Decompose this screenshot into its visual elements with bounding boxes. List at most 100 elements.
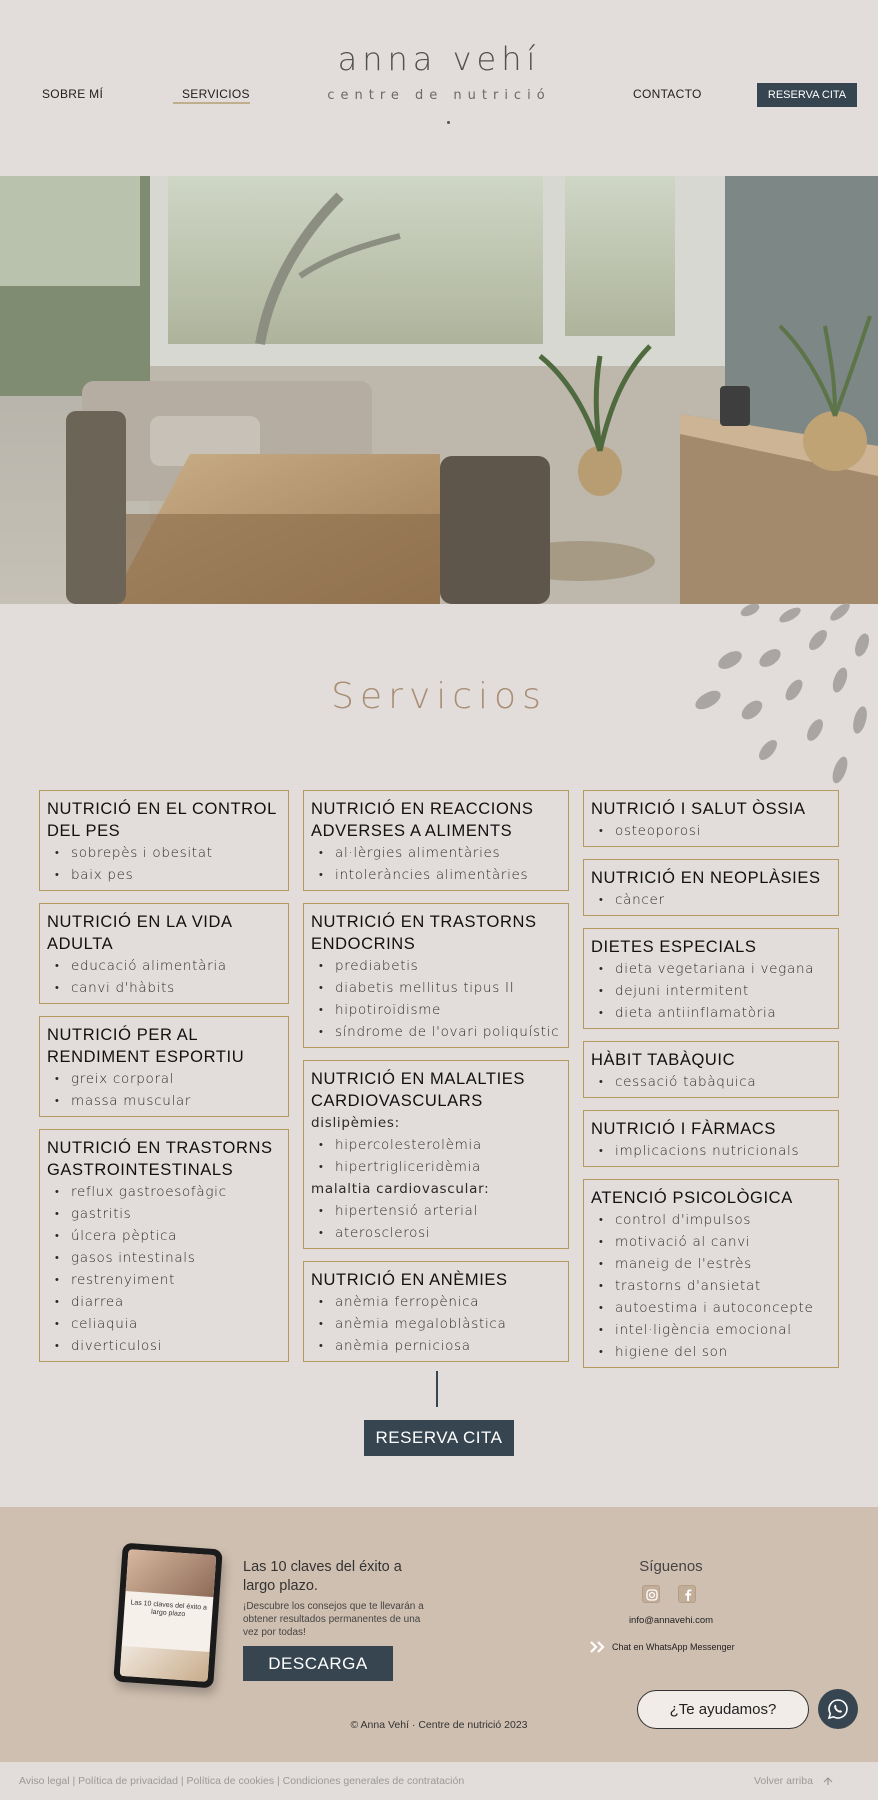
whatsapp-chat-label: Chat en WhatsApp Messenger: [612, 1642, 735, 1652]
instagram-icon[interactable]: [642, 1585, 660, 1603]
service-list-item: greix corporal: [47, 1068, 281, 1090]
facebook-icon[interactable]: [678, 1585, 696, 1603]
service-list-item: celiaquia: [47, 1313, 281, 1335]
service-group-label: malaltia cardiovascular:: [311, 1181, 490, 1197]
service-card-title: HÀBIT TABÀQUIC: [591, 1051, 736, 1069]
descarga-button[interactable]: DESCARGA: [243, 1646, 393, 1681]
service-list-item: hipertensió arterial: [311, 1200, 561, 1222]
nav-reserva-button[interactable]: RESERVA CITA: [757, 83, 857, 107]
legal-aviso-link[interactable]: Aviso legal: [19, 1775, 70, 1787]
service-card-title: NUTRICIÓ EN TRASTORNS ENDOCRINS: [311, 913, 537, 953]
service-card-title: NUTRICIÓ EN LA VIDA ADULTA: [47, 913, 232, 953]
service-list-item: intoleràncies alimentàries: [311, 864, 561, 886]
vertical-divider: [436, 1371, 438, 1407]
reserva-cita-button[interactable]: RESERVA CITA: [364, 1420, 514, 1456]
siguenos-label: Síguenos: [639, 1558, 703, 1575]
service-list-item: canvi d'hàbits: [47, 977, 281, 999]
service-card: DIETES ESPECIALS dieta vegetariana i vega…: [583, 928, 839, 1029]
service-list-item: hipertrigliceridèmia: [311, 1156, 561, 1178]
service-list-item: osteoporosi: [591, 820, 831, 842]
service-list: control d'impulsosmotivació al canvimane…: [591, 1209, 831, 1363]
service-list: implicacions nutricionals: [591, 1140, 831, 1162]
service-list-item: trastorns d'ansietat: [591, 1275, 831, 1297]
service-list-item: maneig de l'estrès: [591, 1253, 831, 1275]
tablet-text: Las 10 claves del éxito a largo plazo: [130, 1599, 208, 1619]
service-list: càncer: [591, 889, 831, 911]
service-card-title: NUTRICIÓ I FÀRMACS: [591, 1120, 776, 1138]
services-column-3: NUTRICIÓ I SALUT ÒSSIAosteoporosiNUTRICI…: [583, 790, 839, 1368]
service-card: NUTRICIÓ EN TRASTORNS ENDOCRINSprediabet…: [303, 903, 569, 1048]
service-list-item: reflux gastroesofàgic: [47, 1181, 281, 1203]
service-card: ATENCIÓ PSICOLÒGICA control d'impulsosmot…: [583, 1179, 839, 1368]
legal-condiciones-link[interactable]: Condiciones generales de contratación: [283, 1775, 465, 1787]
service-list-item: cessació tabàquica: [591, 1071, 831, 1093]
service-card: NUTRICIÓ I SALUT ÒSSIA osteoporosi: [583, 790, 839, 847]
service-list-item: educació alimentària: [47, 955, 281, 977]
whatsapp-chat-link[interactable]: Chat en WhatsApp Messenger: [590, 1641, 735, 1653]
footer-email[interactable]: info@annavehi.com: [600, 1615, 742, 1626]
service-list: educació alimentàriacanvi d'hàbits: [47, 955, 281, 999]
service-list-item: dieta antiinflamatòria: [591, 1002, 831, 1024]
service-list: cessació tabàquica: [591, 1071, 831, 1093]
section-title: Servicios: [331, 676, 547, 717]
legal-cookies-link[interactable]: Política de cookies: [187, 1775, 275, 1787]
service-list: sobrepès i obesitatbaix pes: [47, 842, 281, 886]
service-card: NUTRICIÓ EN MALALTIES CARDIOVASCULARS dis…: [303, 1060, 569, 1249]
service-card: NUTRICIÓ EN ANÈMIESanèmia ferropènicaanè…: [303, 1261, 569, 1362]
service-list-item: motivació al canvi: [591, 1231, 831, 1253]
service-list-item: gasos intestinals: [47, 1247, 281, 1269]
service-card: NUTRICIÓ EN NEOPLÀSIES càncer: [583, 859, 839, 916]
service-card-title: ATENCIÓ PSICOLÒGICA: [591, 1189, 793, 1207]
site-header: SOBRE MÍ SERVICIOS anna vehí centre de n…: [0, 0, 878, 176]
service-card: NUTRICIÓ EN TRASTORNS GASTROINTESTINALSr…: [39, 1129, 289, 1362]
service-list-item: càncer: [591, 889, 831, 911]
service-list-item: implicacions nutricionals: [591, 1140, 831, 1162]
service-card-title: NUTRICIÓ EN REACCIONS ADVERSES A ALIMENT…: [311, 800, 534, 840]
service-list-item: diabetis mellitus tipus II: [311, 977, 561, 999]
service-list-item: dejuni intermitent: [591, 980, 831, 1002]
service-list-item: hipercolesterolèmia: [311, 1134, 561, 1156]
service-list: hipertensió arterialaterosclerosi: [311, 1200, 561, 1244]
service-list-item: baix pes: [47, 864, 281, 886]
double-chevron-icon: [590, 1641, 605, 1653]
back-to-top-link[interactable]: Volver arriba: [754, 1775, 834, 1787]
service-list: al·lèrgies alimentàriesintoleràncies ali…: [311, 842, 561, 886]
promo-title: Las 10 claves del éxito a largo plazo.: [243, 1559, 402, 1594]
service-list-item: anèmia ferropènica: [311, 1291, 561, 1313]
service-list: hipercolesterolèmiahipertrigliceridèmia: [311, 1134, 561, 1178]
service-list-item: diverticulosi: [47, 1335, 281, 1357]
service-list-item: diarrea: [47, 1291, 281, 1313]
whatsapp-icon[interactable]: [818, 1689, 858, 1729]
service-list: dieta vegetariana i veganadejuni intermi…: [591, 958, 831, 1024]
service-list-item: gastritis: [47, 1203, 281, 1225]
service-group-label: dislipèmies:: [311, 1115, 400, 1131]
arrow-up-icon: [823, 1777, 833, 1786]
service-card-title: NUTRICIÓ I SALUT ÒSSIA: [591, 800, 806, 818]
service-list-item: al·lèrgies alimentàries: [311, 842, 561, 864]
logo-dot: [447, 121, 450, 124]
service-card-title: NUTRICIÓ PER AL RENDIMENT ESPORTIU: [47, 1026, 245, 1066]
legal-privacidad-link[interactable]: Política de privacidad: [78, 1775, 178, 1787]
hero-image: [0, 176, 878, 604]
service-list-item: control d'impulsos: [591, 1209, 831, 1231]
service-list-item: anèmia perniciosa: [311, 1335, 561, 1357]
ebook-tablet-image: Las 10 claves del éxito a largo plazo: [113, 1542, 223, 1689]
service-list-item: massa muscular: [47, 1090, 281, 1112]
service-card: NUTRICIÓ EN LA VIDA ADULTAeducació alime…: [39, 903, 289, 1004]
help-bubble[interactable]: ¿Te ayudamos?: [637, 1690, 809, 1729]
service-list-item: sobrepès i obesitat: [47, 842, 281, 864]
service-card: NUTRICIÓ PER AL RENDIMENT ESPORTIUgreix …: [39, 1016, 289, 1117]
service-card-title: NUTRICIÓ EN EL CONTROL DEL PES: [47, 800, 277, 840]
service-list-item: úlcera pèptica: [47, 1225, 281, 1247]
service-list: prediabetisdiabetis mellitus tipus IIhip…: [311, 955, 561, 1043]
promo-text: ¡Descubre los consejos que te llevarán a…: [243, 1601, 424, 1638]
services-column-1: NUTRICIÓ EN EL CONTROL DEL PESsobrepès i…: [39, 790, 289, 1362]
service-list: greix corporalmassa muscular: [47, 1068, 281, 1112]
service-list-item: aterosclerosi: [311, 1222, 561, 1244]
logo-name[interactable]: anna vehí: [0, 40, 878, 78]
back-to-top-label: Volver arriba: [754, 1775, 813, 1787]
service-card-title: NUTRICIÓ EN NEOPLÀSIES: [591, 869, 821, 887]
service-list-item: dieta vegetariana i vegana: [591, 958, 831, 980]
logo-subtitle: centre de nutrició: [327, 88, 551, 103]
nav-contacto[interactable]: CONTACTO: [633, 87, 702, 101]
